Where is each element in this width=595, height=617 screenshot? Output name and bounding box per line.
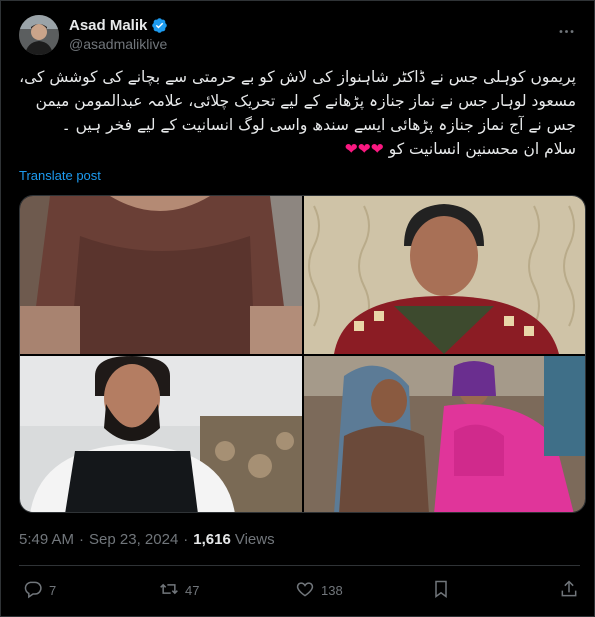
share-icon: [559, 579, 579, 602]
reply-icon: [23, 579, 43, 602]
repost-button[interactable]: 47: [159, 579, 199, 602]
post-time[interactable]: 5:49 AM: [19, 531, 74, 548]
reply-button[interactable]: 7: [23, 579, 56, 602]
media-grid: [19, 195, 586, 513]
tweet-line: پریموں کوہلی جس نے ڈاکٹر شاہنواز کی لاش …: [19, 68, 576, 86]
action-bar: 7 47 138: [19, 579, 580, 605]
photo-2[interactable]: [304, 196, 585, 354]
avatar[interactable]: [19, 15, 59, 55]
bookmark-button[interactable]: [431, 579, 451, 602]
hearts-emoji: ❤❤❤: [344, 140, 384, 158]
reply-count: 7: [49, 583, 57, 598]
tweet-line: سلام ان محسنین انسانیت کو: [388, 140, 576, 158]
photo-3[interactable]: [20, 356, 302, 512]
translate-post-link[interactable]: Translate post: [19, 168, 101, 183]
author-info: Asad Malik @asadmaliklive: [69, 16, 168, 54]
more-icon[interactable]: [556, 21, 576, 41]
tweet-line: جس نے آج نماز جنازہ پڑھائی ایسے سندھ واس…: [61, 116, 576, 134]
tweet-line-last: سلام ان محسنین انسانیت کو ❤❤❤: [19, 137, 576, 161]
repost-icon: [159, 579, 179, 602]
tweet-line: مسعود لوہار جس نے نماز جنازہ پڑھانے کے ل…: [35, 92, 576, 110]
bookmark-icon: [431, 579, 451, 602]
photo-4[interactable]: [304, 356, 585, 512]
photo-1[interactable]: [20, 196, 302, 354]
like-icon: [295, 579, 315, 602]
share-button[interactable]: [559, 579, 579, 602]
post-meta: 5:49 AM · Sep 23, 2024 · 1,616 Views: [19, 531, 275, 548]
author-display-name[interactable]: Asad Malik: [69, 16, 147, 35]
repost-count: 47: [185, 583, 200, 598]
tweet-card: Asad Malik @asadmaliklive پریموں کوہلی ج…: [0, 0, 595, 617]
like-button[interactable]: 138: [295, 579, 343, 602]
meta-separator: ·: [183, 531, 189, 548]
meta-separator: ·: [79, 531, 85, 548]
tweet-text: پریموں کوہلی جس نے ڈاکٹر شاہنواز کی لاش …: [19, 65, 576, 161]
views-label: Views: [234, 531, 275, 548]
post-date[interactable]: Sep 23, 2024: [89, 531, 178, 548]
like-count: 138: [321, 583, 343, 598]
divider: [19, 565, 580, 566]
tweet-header: Asad Malik @asadmaliklive: [19, 13, 580, 57]
views-count: 1,616: [193, 531, 231, 548]
verified-badge-icon[interactable]: [151, 17, 168, 34]
author-handle[interactable]: @asadmaliklive: [69, 35, 168, 54]
